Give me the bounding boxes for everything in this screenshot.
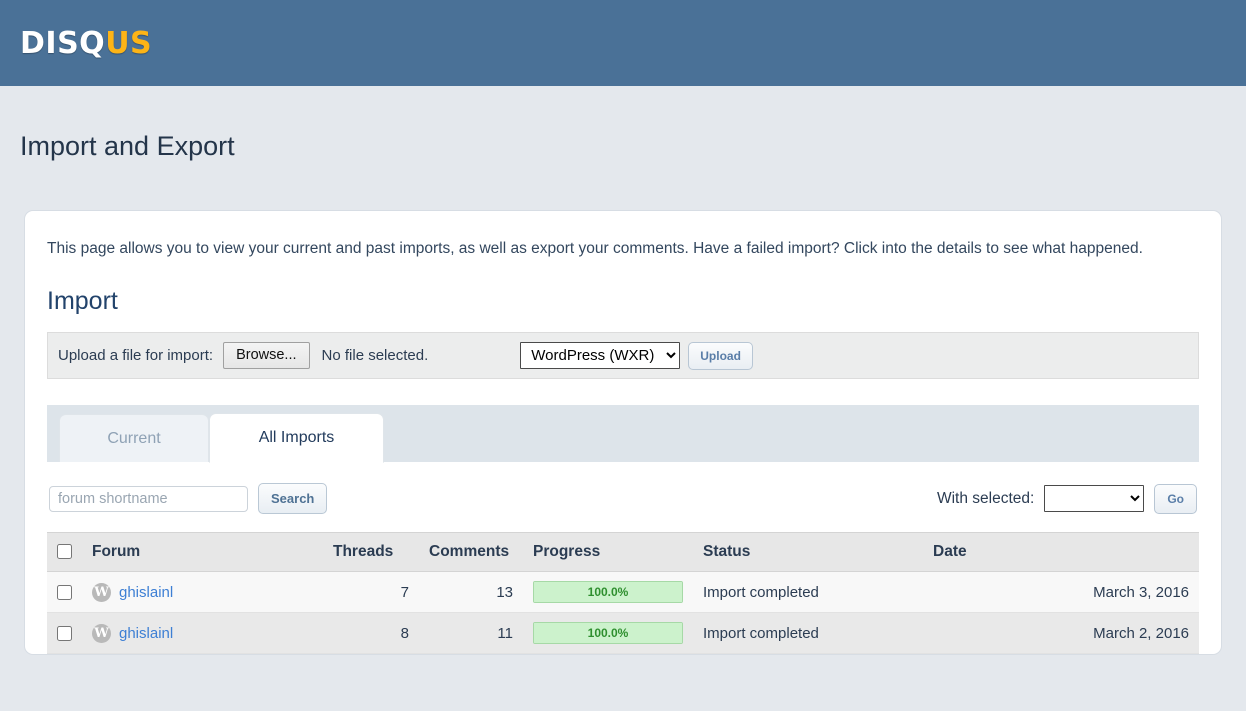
intro-text: This page allows you to view your curren… <box>47 240 1143 257</box>
disqus-logo[interactable]: DISQUS <box>20 26 152 61</box>
tab-all-imports[interactable]: All Imports <box>209 413 384 463</box>
table-controls: Search With selected: Go <box>47 463 1199 514</box>
threads-cell: 8 <box>323 612 419 654</box>
status-cell: Import completed <box>693 571 923 613</box>
forum-cell: W ghislainl <box>82 571 323 613</box>
progress-cell: 100.0% <box>523 612 693 654</box>
column-header-progress[interactable]: Progress <box>523 532 693 572</box>
tab-current-label: Current <box>107 429 161 447</box>
search-group: Search <box>49 483 328 514</box>
progress-bar-label: 100.0% <box>587 585 629 599</box>
imports-table-body: W ghislainl 7 13 100.0% Import completed… <box>47 571 1199 654</box>
upload-button[interactable]: Upload <box>688 341 753 370</box>
search-button[interactable]: Search <box>258 483 328 514</box>
row-checkbox[interactable] <box>57 585 72 601</box>
row-select-cell <box>47 612 82 654</box>
import-section-heading: Import <box>47 287 118 315</box>
progress-bar: 100.0% <box>533 581 683 603</box>
progress-bar: 100.0% <box>533 622 683 644</box>
search-input[interactable] <box>49 485 248 512</box>
row-select-cell <box>47 571 82 613</box>
with-selected-label: With selected: <box>936 489 1035 507</box>
tab-current[interactable]: Current <box>59 414 209 462</box>
imports-table-head: Forum Threads Comments Progress Status D… <box>47 532 1199 572</box>
progress-bar-label: 100.0% <box>587 626 629 640</box>
import-format-select[interactable]: WordPress (WXR) <box>520 342 681 369</box>
page-title: Import and Export <box>20 131 235 161</box>
tab-bar: Current All Imports <box>47 405 1199 463</box>
forum-cell: W ghislainl <box>82 612 323 654</box>
row-checkbox[interactable] <box>57 626 72 642</box>
date-cell: March 2, 2016 <box>923 612 1199 654</box>
column-header-date[interactable]: Date <box>923 532 1199 572</box>
threads-cell: 7 <box>323 571 419 613</box>
column-header-threads[interactable]: Threads <box>323 532 419 572</box>
table-header-row: Forum Threads Comments Progress Status D… <box>47 532 1199 572</box>
progress-cell: 100.0% <box>523 571 693 613</box>
no-file-selected-text: No file selected. <box>321 347 429 364</box>
column-header-comments[interactable]: Comments <box>419 532 523 572</box>
table-row: W ghislainl 7 13 100.0% Import completed… <box>47 571 1199 613</box>
browse-button[interactable]: Browse... <box>223 342 310 369</box>
forum-link[interactable]: ghislainl <box>119 584 173 601</box>
upload-bar: Upload a file for import: Browse... No f… <box>47 332 1199 379</box>
with-selected-group: With selected: Go <box>936 483 1197 514</box>
go-button[interactable]: Go <box>1154 483 1197 514</box>
select-all-header <box>47 532 82 572</box>
select-all-checkbox[interactable] <box>57 544 72 560</box>
column-header-status[interactable]: Status <box>693 532 923 572</box>
logo-text-primary: DISQ <box>20 25 106 61</box>
with-selected-select[interactable] <box>1044 485 1145 512</box>
date-cell: March 3, 2016 <box>923 571 1199 613</box>
table-row: W ghislainl 8 11 100.0% Import completed… <box>47 612 1199 654</box>
column-header-forum[interactable]: Forum <box>82 532 323 572</box>
tab-all-imports-label: All Imports <box>258 429 335 446</box>
comments-cell: 11 <box>419 612 523 654</box>
main-panel: This page allows you to view your curren… <box>24 210 1222 655</box>
forum-link[interactable]: ghislainl <box>119 625 173 642</box>
logo-text-accent: US <box>105 25 153 61</box>
top-brand-bar: DISQUS <box>0 0 1246 86</box>
imports-table: Forum Threads Comments Progress Status D… <box>47 532 1199 654</box>
status-cell: Import completed <box>693 612 923 654</box>
wordpress-icon: W <box>92 582 111 602</box>
upload-label: Upload a file for import: <box>58 347 214 364</box>
comments-cell: 13 <box>419 571 523 613</box>
wordpress-icon: W <box>92 623 111 643</box>
